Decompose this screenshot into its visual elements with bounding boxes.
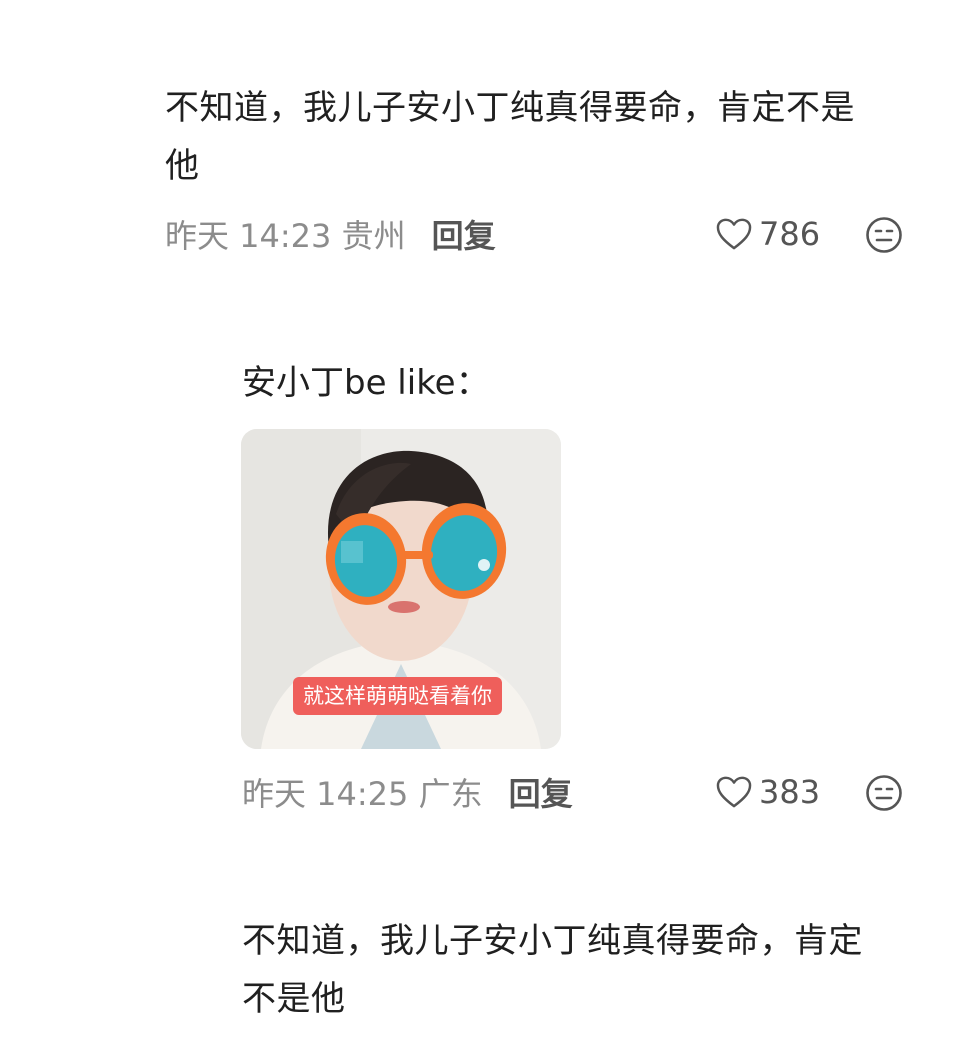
comment-1-meta: 昨天 14:23 贵州 回复	[165, 211, 496, 257]
comment-2-like-button[interactable]: 383	[715, 772, 820, 812]
heart-outline-icon	[716, 218, 752, 250]
emoji-face-icon[interactable]	[865, 216, 903, 254]
comment-1-time-location: 昨天 14:23 贵州	[165, 217, 406, 255]
comment-2-like-count: 383	[759, 773, 821, 811]
comment-2-meta: 昨天 14:25 广东 回复	[242, 769, 573, 815]
comment-1-like-count: 786	[759, 215, 821, 253]
comment-2-time-location: 昨天 14:25 广东	[242, 775, 483, 813]
comment-1-text: 不知道，我儿子安小丁纯真得要命，肯定不是 他	[165, 88, 855, 186]
emoji-face-icon[interactable]	[865, 774, 903, 812]
sticker-caption: 就这样萌萌哒看着你	[293, 677, 502, 715]
sticker-image[interactable]: 就这样萌萌哒看着你	[241, 429, 561, 749]
comment-3-text: 不知道，我儿子安小丁纯真得要命，肯定 不是他	[242, 921, 863, 1019]
comment-1-reply-button[interactable]: 回复	[432, 211, 496, 257]
comment-2-text: 安小丁be like：	[242, 363, 490, 403]
comment-2-reply-button[interactable]: 回复	[509, 769, 573, 815]
comment-1-like-button[interactable]: 786	[715, 214, 820, 254]
heart-outline-icon	[716, 776, 752, 808]
